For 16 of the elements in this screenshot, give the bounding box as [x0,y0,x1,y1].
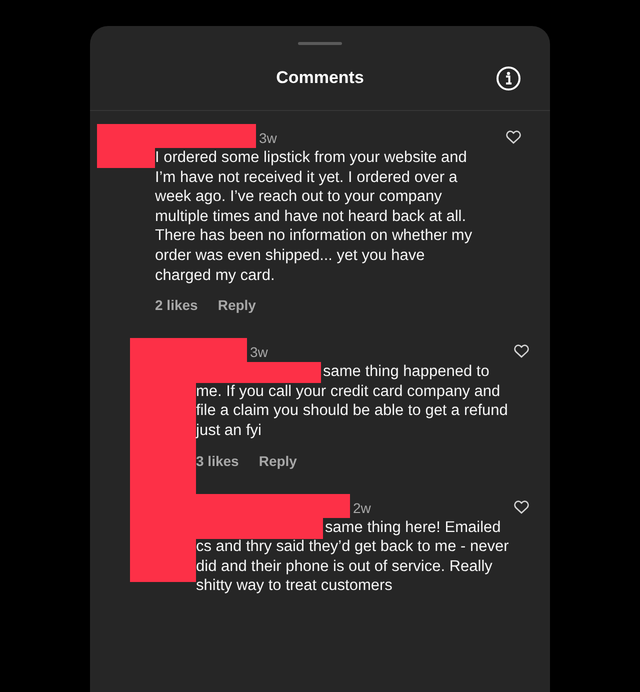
reply-button[interactable]: Reply [218,295,256,316]
comment-text: same thing happened to me. If you call your credit card company and file a claim you should be able to get a refund just an fyi [196,362,509,441]
likes-count[interactable]: 2 likes [155,295,198,316]
comment-text: I ordered some lipstick from your website and I’m have not received it yet. I ordered over a week ago. I’ve reach out to your company multiple times and have not heard back at all. There has been no information on whether my order was even shipped... yet you have charged my card. [155,148,473,286]
comment-time: 3w [259,129,277,148]
heart-icon[interactable] [506,130,521,144]
info-icon[interactable] [496,66,521,91]
drag-handle[interactable] [298,42,342,45]
comment-time: 3w [250,343,268,362]
comment-text: same thing here! Emailed cs and thry said they’d get back to me - never did and their phone is out of service. Really shitty way to treat customers [196,518,510,596]
comment-time: 2w [353,498,371,518]
panel-title: Comments [276,66,364,89]
reply-button[interactable]: Reply [258,450,297,472]
heart-icon[interactable] [514,344,529,358]
likes-count[interactable]: 3 likes [196,450,239,472]
heart-icon[interactable] [514,500,529,514]
